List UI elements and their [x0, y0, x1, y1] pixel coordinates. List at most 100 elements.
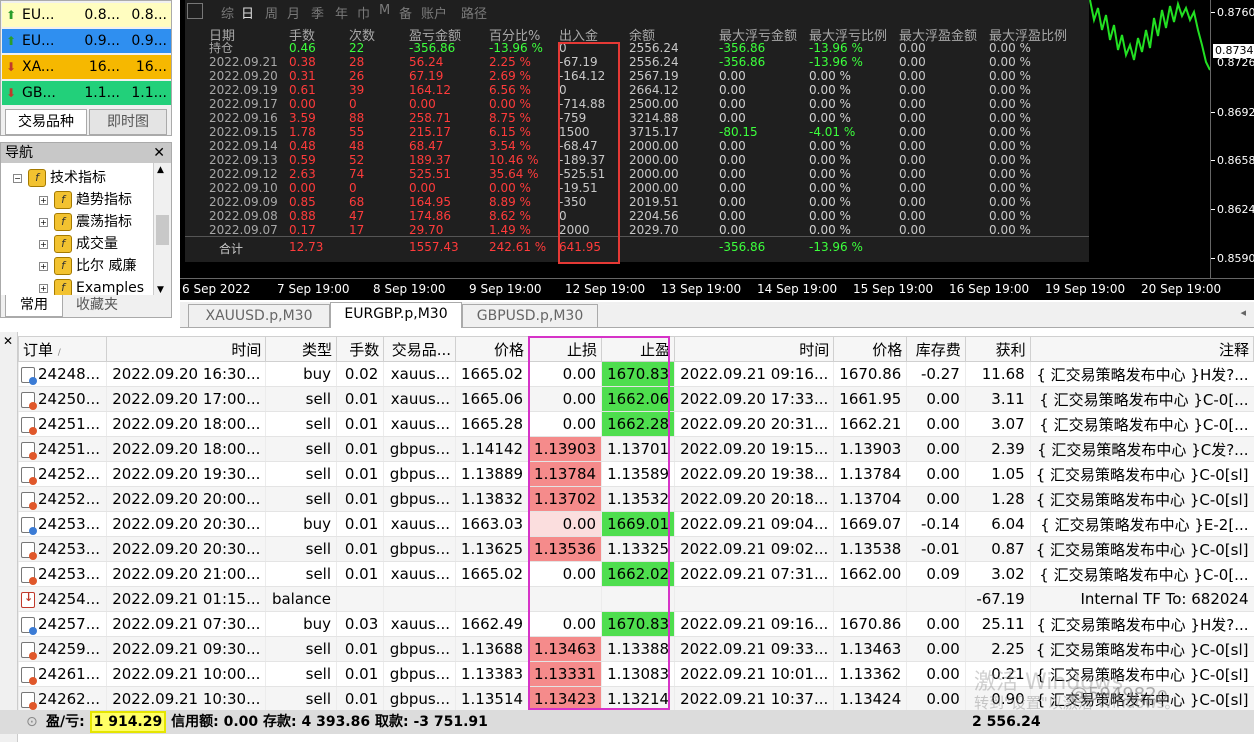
- market-watch-row[interactable]: ⬇ XA... 16... 16...: [2, 55, 171, 79]
- stats-cell: 2000.00: [629, 181, 679, 195]
- cell-type: sell: [265, 461, 337, 487]
- cell-lots: 0.01: [336, 461, 384, 487]
- collapse-icon[interactable]: −: [13, 173, 22, 183]
- table-row[interactable]: 24253... 2022.09.20 21:00... sell 0.01 xauus…: [17, 561, 1254, 587]
- cell-price: [454, 586, 529, 612]
- expand-icon[interactable]: +: [39, 217, 48, 227]
- table-row[interactable]: 24257... 2022.09.21 07:30... buy 0.03 xauus.…: [17, 611, 1254, 637]
- scroll-up-icon[interactable]: ▲: [157, 165, 164, 175]
- nav-item-indicator-group[interactable]: + f 比尔 威廉: [39, 255, 136, 277]
- stats-cell: 0.00: [409, 97, 436, 111]
- nav-item-indicator-group[interactable]: + f 震荡指标: [39, 211, 132, 233]
- table-row[interactable]: 24253... 2022.09.20 20:30... sell 0.01 gbpus…: [17, 536, 1254, 562]
- ticket-number: 24252...: [38, 465, 101, 483]
- sell-order-icon: [21, 666, 37, 685]
- menu-item[interactable]: 巾: [357, 3, 370, 22]
- stats-cell: 215.17: [409, 125, 451, 139]
- arrow-down-icon: ⬇: [6, 60, 17, 74]
- menu-item[interactable]: M: [379, 3, 390, 18]
- tab-chart-eurgbp[interactable]: EURGBP.p,M30: [330, 302, 462, 328]
- menu-item[interactable]: 账户: [421, 3, 447, 22]
- tabs-scroll-left-icon[interactable]: ◂: [1240, 306, 1246, 319]
- stats-cell: 2022.09.21: [209, 55, 278, 69]
- ticket-number: 24251...: [38, 440, 101, 458]
- column-header-stop-loss[interactable]: 止损: [528, 336, 603, 362]
- table-row[interactable]: 24253... 2022.09.20 20:30... buy 0.01 xauus.…: [17, 511, 1254, 537]
- tab-chart-gbpusd[interactable]: GBPUSD.p,M30: [462, 304, 598, 328]
- menu-item[interactable]: 备: [399, 3, 412, 22]
- stats-cell: 1.78: [289, 125, 316, 139]
- stats-daily-row: 2022.09.17 0.00 0 0.00 0.00 % -714.88 2500.00 0…: [185, 97, 1089, 111]
- tab-common[interactable]: 常用: [5, 295, 63, 317]
- menu-item[interactable]: 季: [311, 3, 324, 22]
- nav-item-indicator-group[interactable]: + f 成交量: [39, 233, 118, 255]
- column-header-swap[interactable]: 库存费: [906, 336, 966, 362]
- menu-item[interactable]: 月: [287, 3, 300, 22]
- column-header-close-price[interactable]: 价格: [833, 336, 908, 362]
- column-header-open-time[interactable]: 时间: [106, 336, 267, 362]
- tab-chart-xauusd[interactable]: XAUUSD.p,M30: [188, 304, 330, 328]
- cell-symbol: gbpus...: [383, 686, 456, 712]
- expand-icon[interactable]: +: [39, 195, 48, 205]
- cell-tp: 1.13532: [601, 486, 675, 512]
- stats-cell: 0.00 %: [989, 153, 1031, 167]
- cell-lots: 0.03: [336, 611, 384, 637]
- nav-item-indicators[interactable]: − f 技术指标: [13, 167, 106, 189]
- column-header-close-time[interactable]: 时间: [674, 336, 835, 362]
- table-row[interactable]: 24254... 2022.09.21 01:15...balance -67.19…: [17, 586, 1254, 612]
- expand-icon[interactable]: +: [39, 283, 48, 293]
- cell-type: sell: [265, 561, 337, 587]
- menu-item[interactable]: 年: [335, 3, 348, 22]
- cell-ticket: 24252...: [17, 461, 107, 487]
- column-header-profit[interactable]: 获利: [964, 336, 1031, 362]
- expand-icon[interactable]: +: [39, 261, 48, 271]
- tab-tick-chart[interactable]: 即时图: [89, 109, 167, 135]
- market-watch-row[interactable]: ⬆ EU... 0.9... 0.9...: [2, 29, 171, 53]
- chart-window[interactable]: 0.8760 0.8734 0.8726 0.8692 0.8658 0.862…: [180, 0, 1254, 300]
- market-watch-row[interactable]: ⬇ GB... 1.1... 1.1...: [2, 81, 171, 105]
- navigator-scrollbar[interactable]: ▲ ▼: [153, 163, 171, 297]
- cell-symbol: gbpus...: [383, 536, 456, 562]
- menu-item[interactable]: 综: [221, 3, 234, 22]
- market-watch-row[interactable]: ⬆ EU... 0.8... 0.8...: [2, 3, 171, 27]
- cell-comment: { 汇交易策略发布中心 }C-0[sl]: [1029, 486, 1254, 512]
- tab-symbols[interactable]: 交易品种: [5, 109, 87, 135]
- close-icon[interactable]: ✕: [3, 334, 13, 348]
- table-row[interactable]: 24259... 2022.09.21 09:30... sell 0.01 gbpus…: [17, 636, 1254, 662]
- sell-order-icon: [21, 691, 37, 710]
- stats-cell: 2022.09.13: [209, 153, 278, 167]
- column-header-type[interactable]: 类型: [265, 336, 338, 362]
- cell-profit: 3.07: [964, 411, 1031, 437]
- column-header-take-profit[interactable]: 止盈: [601, 336, 676, 362]
- close-icon[interactable]: ✕: [153, 143, 165, 163]
- stats-daily-row: 2022.09.08 0.88 47 174.86 8.62 % 0 2204.56 0.00…: [185, 209, 1089, 223]
- menu-item[interactable]: 日: [241, 3, 254, 22]
- tab-favorites[interactable]: 收藏夹: [65, 295, 129, 317]
- cell-price: 1.13625: [454, 536, 529, 562]
- cell-profit: 2.39: [964, 436, 1031, 462]
- table-row[interactable]: 24250... 2022.09.20 17:00... sell 0.01 xauus…: [17, 386, 1254, 412]
- column-header-symbol[interactable]: 交易品...: [383, 336, 456, 362]
- price-tick: [1211, 112, 1215, 113]
- table-row[interactable]: 24252... 2022.09.20 20:00... sell 0.01 gbpus…: [17, 486, 1254, 512]
- column-header-lots[interactable]: 手数: [336, 336, 385, 362]
- menu-item[interactable]: 路径: [461, 3, 487, 22]
- nav-item-indicator-group[interactable]: + f 趋势指标: [39, 189, 132, 211]
- scroll-down-icon[interactable]: ▼: [157, 285, 164, 295]
- column-header-price[interactable]: 价格: [454, 336, 530, 362]
- table-row[interactable]: 24251... 2022.09.20 18:00... sell 0.01 xauus…: [17, 411, 1254, 437]
- cell-lots: 0.01: [336, 486, 384, 512]
- column-header-comment[interactable]: 注释: [1029, 336, 1254, 362]
- table-row[interactable]: 24248... 2022.09.20 16:30... buy 0.02 xauus.…: [17, 361, 1254, 387]
- bid-price: 0.9...: [84, 33, 120, 49]
- table-row[interactable]: 24252... 2022.09.20 19:30... sell 0.01 gbpus…: [17, 461, 1254, 487]
- cell-tp: 1.13214: [601, 686, 675, 712]
- menu-item[interactable]: 周: [265, 3, 278, 22]
- buy-order-icon: [21, 366, 37, 385]
- column-header-order[interactable]: 订单 /: [17, 336, 108, 362]
- expand-icon[interactable]: +: [39, 239, 48, 249]
- stats-cell: 10.46 %: [489, 153, 539, 167]
- cell-profit: 2.25: [964, 636, 1031, 662]
- table-row[interactable]: 24251... 2022.09.20 18:00... sell 0.01 gbpus…: [17, 436, 1254, 462]
- scroll-thumb[interactable]: [156, 215, 169, 245]
